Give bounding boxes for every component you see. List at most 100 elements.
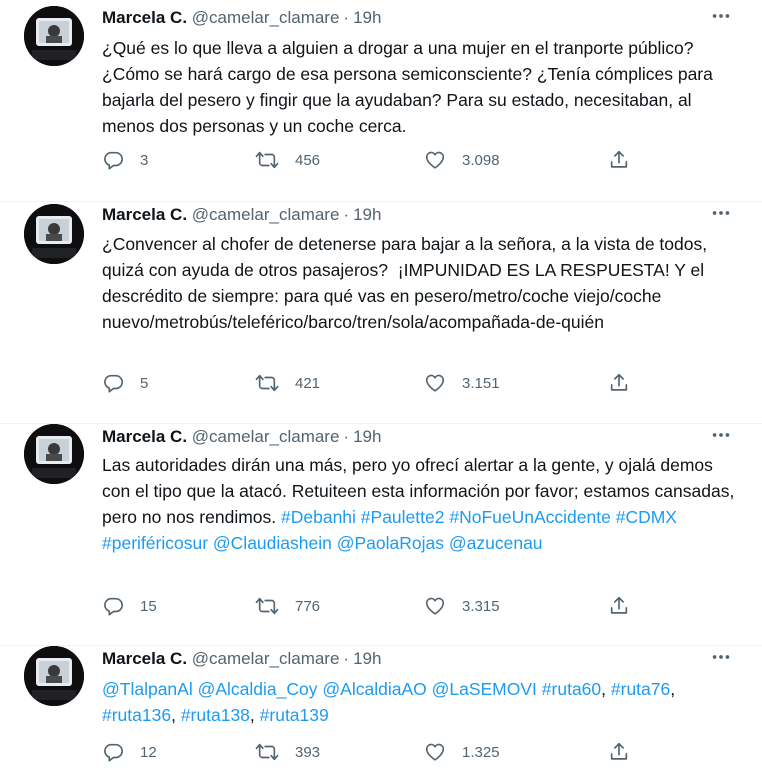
avatar[interactable] (24, 646, 84, 706)
hashtag-link[interactable]: #ruta138 (181, 705, 250, 725)
retweet-button[interactable]: 776 (255, 594, 320, 618)
reply-bubble-icon (102, 149, 124, 171)
retweet-button[interactable]: 421 (255, 371, 320, 395)
author-handle[interactable]: @camelar_clamare (192, 427, 340, 446)
hashtag-link[interactable]: #ruta136 (102, 705, 171, 725)
separator-dot: · (343, 427, 350, 446)
retweet-button[interactable]: 393 (255, 740, 320, 764)
share-upload-icon (608, 595, 630, 617)
mention-link[interactable]: @AlcaldiaAO (322, 679, 426, 699)
reply-count: 15 (140, 597, 157, 615)
reply-count: 5 (140, 374, 149, 392)
reply-bubble-icon (102, 595, 124, 617)
mention-link[interactable]: @LaSEMOVI (432, 679, 537, 699)
retweet-arrows-icon (255, 372, 279, 394)
more-dots-icon (710, 202, 732, 229)
mention-link[interactable]: @TlalpanAl (102, 679, 193, 699)
heart-icon (424, 149, 446, 171)
more-dots-icon (710, 424, 732, 451)
retweet-button[interactable]: 456 (255, 148, 320, 172)
separator-dot: · (343, 8, 350, 27)
heart-icon (424, 595, 446, 617)
reply-button[interactable]: 15 (102, 594, 157, 618)
tweet-text-segment: , (601, 679, 611, 699)
author-handle[interactable]: @camelar_clamare (192, 8, 340, 27)
hashtag-link[interactable]: #ruta60 (542, 679, 601, 699)
like-count: 3.151 (462, 374, 500, 392)
like-button[interactable]: 3.315 (424, 594, 500, 618)
like-button[interactable]: 3.151 (424, 371, 500, 395)
share-button[interactable] (608, 740, 630, 764)
more-button[interactable] (710, 426, 732, 448)
tweet-actions: 5 421 3.151 (102, 371, 642, 395)
timestamp[interactable]: 19h (353, 649, 381, 668)
tweet-text: Las autoridades dirán una más, pero yo o… (102, 452, 742, 556)
like-button[interactable]: 3.098 (424, 148, 500, 172)
tweet[interactable]: Marcela C. @camelar_clamare · 19h @Tlalpan… (0, 646, 762, 778)
mention-link[interactable]: @PaolaRojas (337, 533, 444, 553)
hashtag-link[interactable]: #ruta76 (611, 679, 670, 699)
author-name[interactable]: Marcela C. (102, 8, 187, 27)
tweet-text-segment: ¿Convencer al chofer de detenerse para b… (102, 234, 712, 332)
tweet-actions: 15 776 3.315 (102, 594, 642, 618)
timestamp[interactable]: 19h (353, 205, 381, 224)
mention-link[interactable]: @Claudiashein (213, 533, 332, 553)
tweet-text: ¿Convencer al chofer de detenerse para b… (102, 231, 742, 335)
retweet-count: 421 (295, 374, 321, 392)
reply-count: 12 (140, 743, 157, 761)
hashtag-link[interactable]: #ruta139 (260, 705, 329, 725)
tweet-header: Marcela C. @camelar_clamare · 19h (102, 426, 381, 448)
tweet-text: @TlalpanAl @Alcaldia_Coy @AlcaldiaAO @La… (102, 676, 742, 728)
reply-button[interactable]: 5 (102, 371, 148, 395)
tweet-header: Marcela C. @camelar_clamare · 19h (102, 204, 381, 226)
share-upload-icon (608, 149, 630, 171)
tweet-actions: 3 456 3.098 (102, 148, 642, 172)
tweet-text-segment: ¿Qué es lo que lleva a alguien a drogar … (102, 38, 718, 136)
mention-link[interactable]: @Alcaldia_Coy (198, 679, 318, 699)
reply-button[interactable]: 12 (102, 740, 157, 764)
tweet[interactable]: Marcela C. @camelar_clamare · 19h ¿Convenc… (0, 202, 762, 424)
share-button[interactable] (608, 594, 630, 618)
hashtag-link[interactable]: #periféricosur (102, 533, 208, 553)
avatar[interactable] (24, 204, 84, 264)
retweet-count: 776 (295, 597, 321, 615)
like-button[interactable]: 1.325 (424, 740, 500, 764)
author-handle[interactable]: @camelar_clamare (192, 649, 340, 668)
author-name[interactable]: Marcela C. (102, 649, 187, 668)
heart-icon (424, 741, 446, 763)
reply-bubble-icon (102, 372, 124, 394)
mention-link[interactable]: @azucenau (449, 533, 543, 553)
reply-button[interactable]: 3 (102, 148, 148, 172)
retweet-arrows-icon (255, 149, 279, 171)
hashtag-link[interactable]: #Paulette2 (361, 507, 445, 527)
more-button[interactable] (710, 648, 732, 670)
timestamp[interactable]: 19h (353, 427, 381, 446)
more-button[interactable] (710, 7, 732, 29)
like-count: 1.325 (462, 743, 500, 761)
retweet-count: 456 (295, 151, 321, 169)
tweet[interactable]: Marcela C. @camelar_clamare · 19h ¿Qué es … (0, 0, 762, 202)
hashtag-link[interactable]: #Debanhi (281, 507, 356, 527)
tweet-text: ¿Qué es lo que lleva a alguien a drogar … (102, 35, 742, 139)
author-name[interactable]: Marcela C. (102, 205, 187, 224)
author-handle[interactable]: @camelar_clamare (192, 205, 340, 224)
retweet-arrows-icon (255, 595, 279, 617)
tweet-text-segment: , (171, 705, 181, 725)
tweet[interactable]: Marcela C. @camelar_clamare · 19h Las auto… (0, 424, 762, 646)
like-count: 3.098 (462, 151, 500, 169)
share-button[interactable] (608, 148, 630, 172)
retweet-count: 393 (295, 743, 321, 761)
share-button[interactable] (608, 371, 630, 395)
author-name[interactable]: Marcela C. (102, 427, 187, 446)
more-dots-icon (710, 646, 732, 673)
heart-icon (424, 372, 446, 394)
reply-bubble-icon (102, 741, 124, 763)
retweet-arrows-icon (255, 741, 279, 763)
timestamp[interactable]: 19h (353, 8, 381, 27)
avatar[interactable] (24, 424, 84, 484)
more-button[interactable] (710, 204, 732, 226)
like-count: 3.315 (462, 597, 500, 615)
hashtag-link[interactable]: #NoFueUnAccidente (449, 507, 610, 527)
avatar[interactable] (24, 6, 84, 66)
hashtag-link[interactable]: #CDMX (616, 507, 677, 527)
